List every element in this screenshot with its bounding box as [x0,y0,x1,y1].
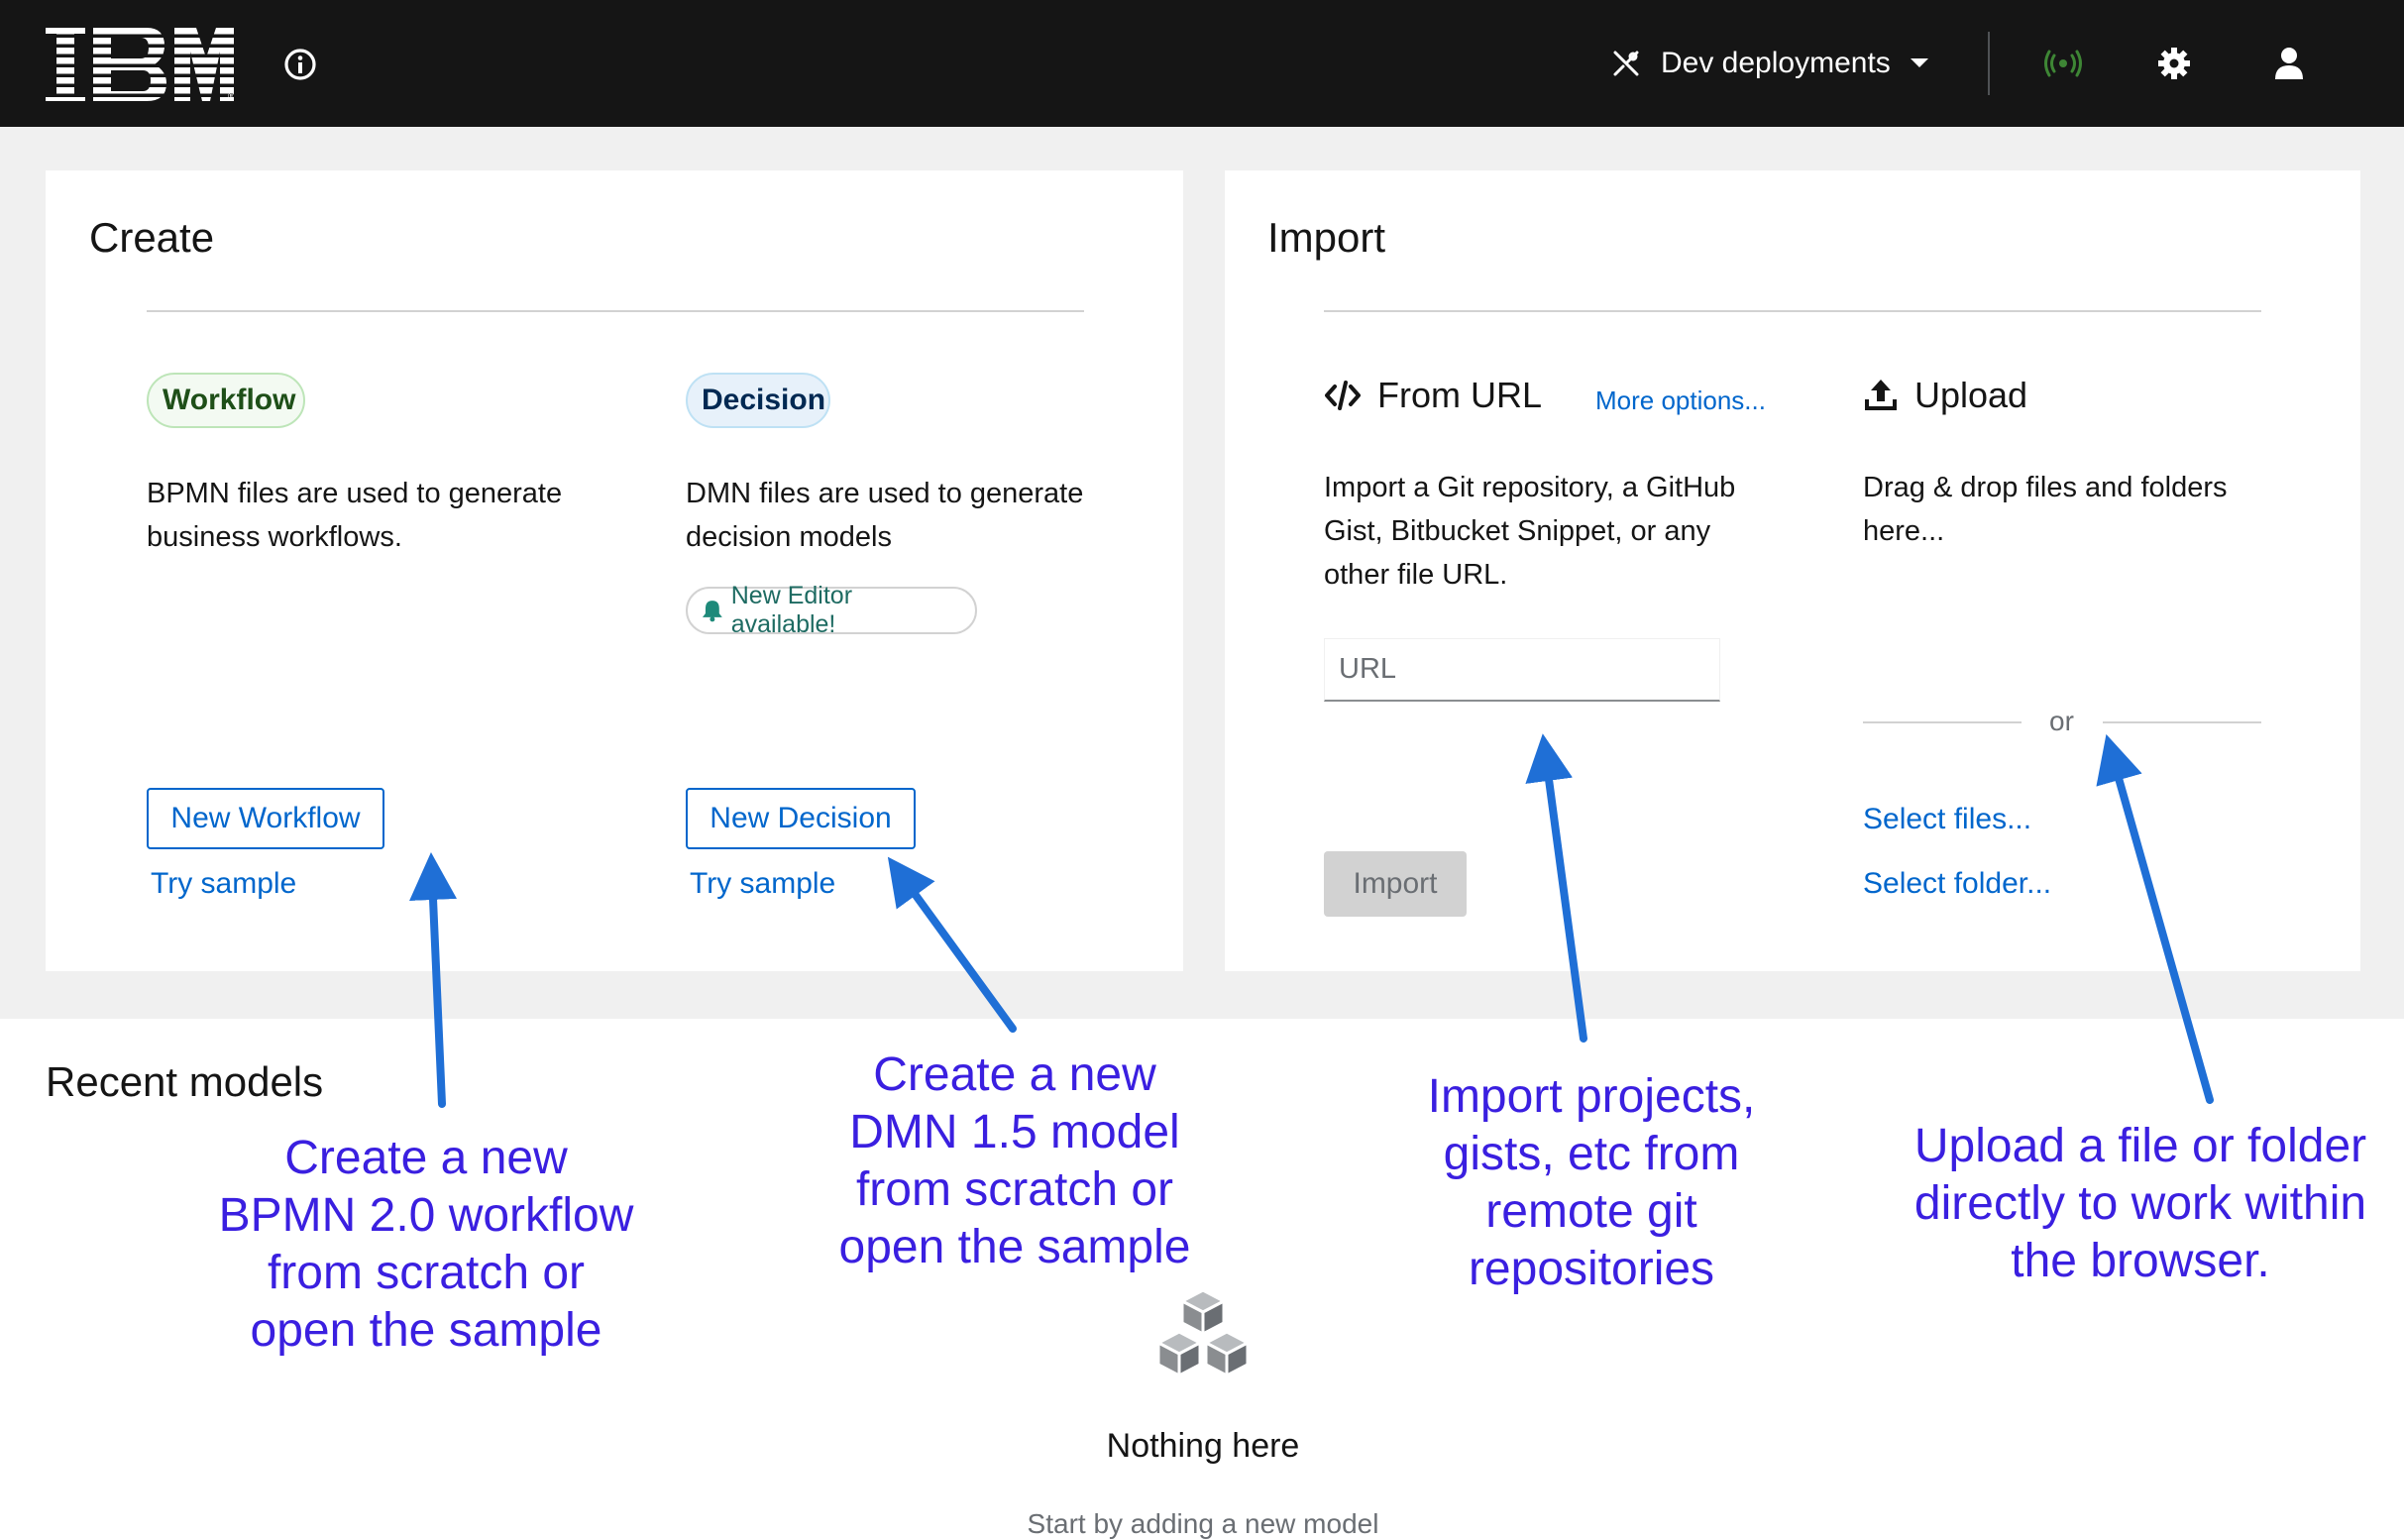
workflow-annotation-line: BPMN 2.0 workflow [218,1189,634,1242]
import-annotation: Import projects, gists, etc from remote … [1354,1068,1829,1298]
import-annotation-line: repositories [1468,1243,1715,1295]
code-icon [1325,381,1361,410]
from-url-description: Import a Git repository, a GitHub Gist, … [1324,472,1736,591]
upload-annotation-line: directly to work within [1913,1177,2367,1230]
import-divider [1324,310,2261,312]
decision-annotation-line: open the sample [838,1221,1191,1273]
decision-annotation-line: Create a new [873,1048,1156,1101]
empty-state-subtitle: Start by adding a new model [1027,1508,1379,1539]
decision-annotation: Create a new DMN 1.5 model from scratch … [777,1046,1253,1276]
workflow-annotation-line: open the sample [250,1304,602,1357]
decision-try-sample-link[interactable]: Try sample [690,867,835,901]
empty-state-title: Nothing here [1106,1427,1300,1465]
info-icon[interactable] [283,48,317,81]
import-annotation-line: remote git [1485,1185,1697,1238]
deploy-icon [1613,51,1639,76]
upload-description: Drag & drop files and folders here... [1863,472,2228,547]
gear-icon[interactable] [2154,44,2194,83]
upload-label: Upload [1914,375,2028,415]
url-input[interactable] [1324,638,1720,702]
import-annotation-line: Import projects, [1427,1070,1756,1123]
decision-description: DMN files are used to generate decision … [686,478,1084,553]
workflow-annotation-line: from scratch or [267,1247,586,1299]
new-editor-notice-label: New Editor available! [730,582,853,638]
recent-models-title: Recent models [46,1058,324,1105]
new-workflow-button[interactable]: New Workflow [147,788,384,849]
header-divider [1988,32,1990,95]
dev-deployments-dropdown[interactable]: Dev deployments [1609,40,1930,87]
workflow-annotation-line: Create a new [284,1132,568,1184]
from-url-heading: From URL [1324,375,1542,416]
workflow-label: Workflow [147,373,305,428]
upload-annotation: Upload a file or folder directly to work… [1883,1118,2398,1290]
or-label: or [2049,706,2074,736]
decision-annotation-line: DMN 1.5 model [849,1106,1180,1158]
or-divider-right [2103,721,2261,723]
user-icon[interactable] [2269,44,2309,83]
upload-annotation-line: the browser. [2011,1235,2270,1287]
from-url-label: From URL [1377,375,1543,415]
bell-icon [702,601,722,622]
svg-text:®: ® [228,91,234,101]
create-card [46,170,1183,971]
chevron-down-icon [1910,58,1928,67]
decision-annotation-line: from scratch or [855,1163,1174,1216]
new-decision-button[interactable]: New Decision [686,788,916,849]
select-files-link[interactable]: Select files... [1863,803,2031,836]
broadcast-icon[interactable] [2043,44,2083,83]
workflow-description: BPMN files are used to generate business… [147,478,563,553]
select-folder-link[interactable]: Select folder... [1863,867,2051,901]
or-divider-left [1863,721,2022,723]
upload-heading: Upload [1863,375,2027,416]
import-annotation-line: gists, etc from [1443,1128,1740,1180]
import-title: Import [1267,214,1386,261]
new-editor-notice[interactable]: New Editor available! [686,582,977,638]
import-button[interactable]: Import [1324,851,1467,917]
ibm-logo[interactable]: ® [46,28,234,101]
create-title: Create [89,214,215,261]
more-options-link[interactable]: More options... [1595,385,1766,416]
workflow-annotation: Create a new BPMN 2.0 workflow from scra… [168,1130,684,1360]
dev-deployments-label: Dev deployments [1661,47,1891,79]
cubes-icon [1156,1288,1250,1377]
create-divider [147,310,1084,312]
decision-label: Decision [686,373,830,428]
upload-annotation-line: Upload a file or folder [1913,1120,2367,1172]
workflow-try-sample-link[interactable]: Try sample [151,867,296,901]
upload-icon [1865,380,1897,410]
